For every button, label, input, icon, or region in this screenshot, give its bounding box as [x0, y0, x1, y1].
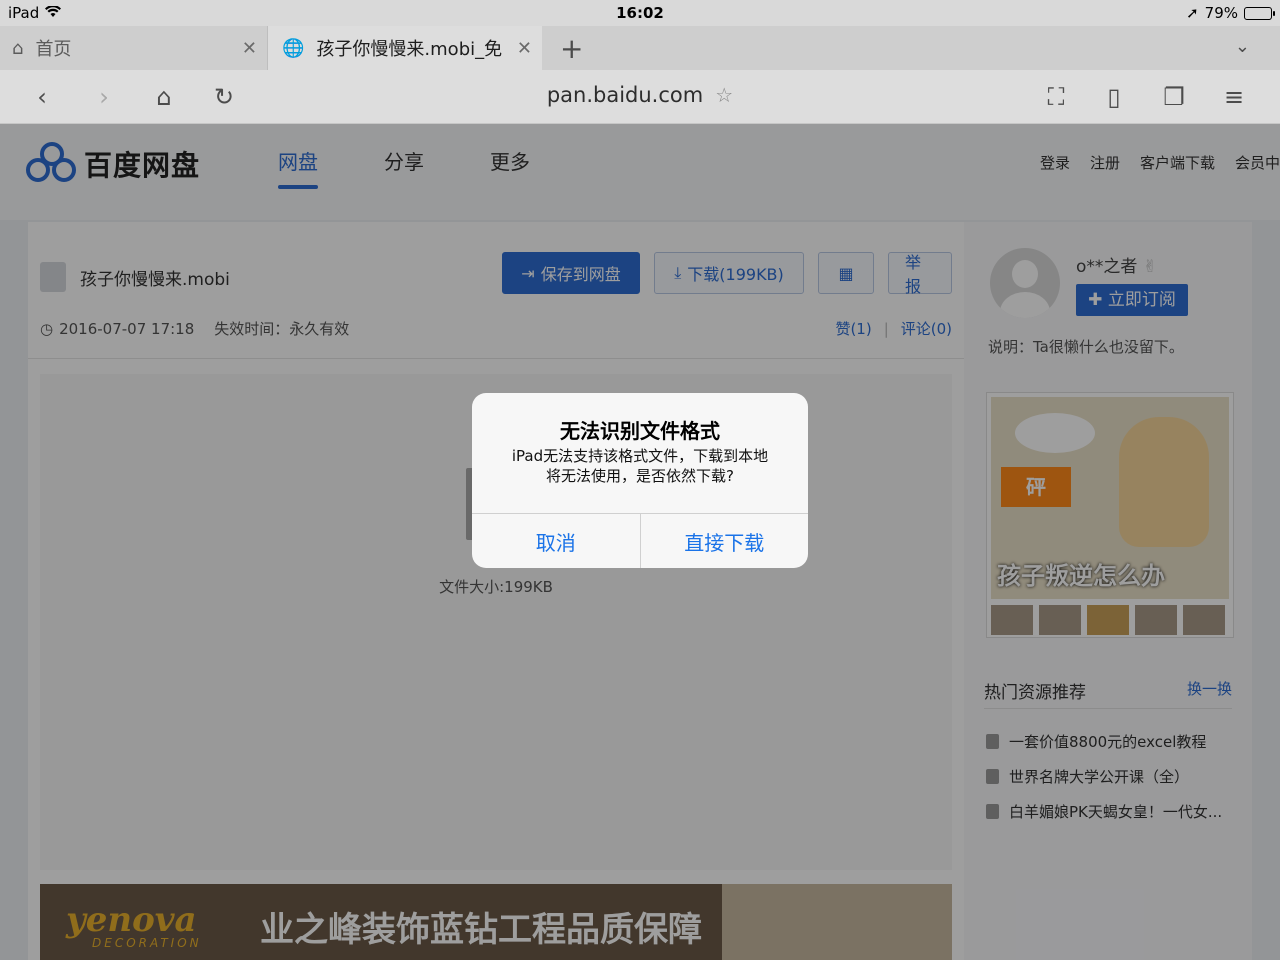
alert-message: iPad无法支持该格式文件，下载到本地 将无法使用，是否依然下载?: [511, 447, 769, 485]
alert-title: 无法识别文件格式: [560, 419, 720, 443]
unrecognized-format-alert: 无法识别文件格式 iPad无法支持该格式文件，下载到本地 将无法使用，是否依然下…: [472, 393, 808, 568]
download-anyway-button[interactable]: 直接下载: [639, 514, 809, 568]
modal-backdrop-top: [0, 0, 1280, 124]
cancel-button[interactable]: 取消: [472, 514, 640, 568]
alert-buttons: 取消 直接下载: [472, 513, 808, 568]
